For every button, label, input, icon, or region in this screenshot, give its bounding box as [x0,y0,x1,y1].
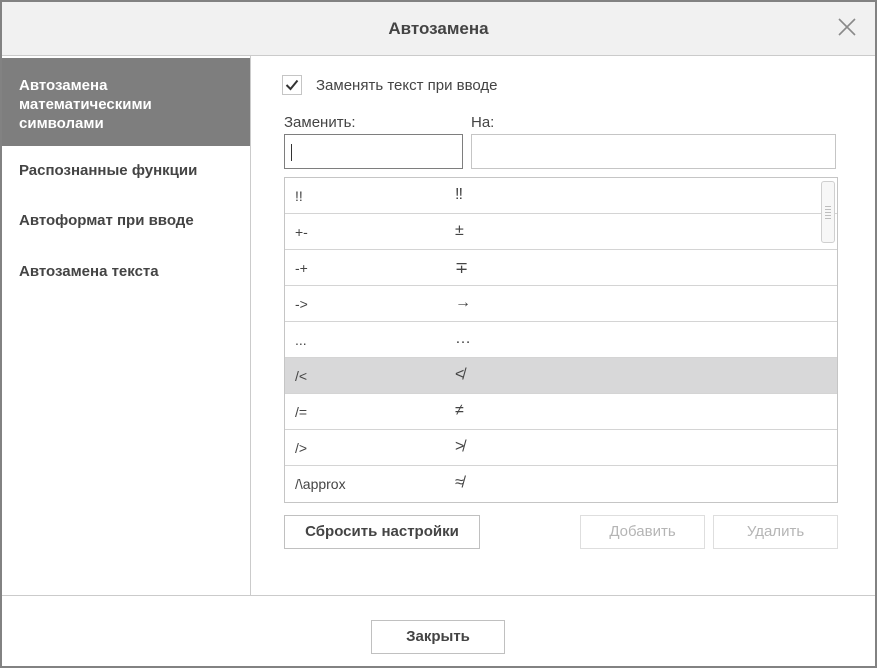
autocorrect-dialog: Автозамена Автозамена математическими си… [0,0,877,668]
list-item[interactable]: !! ‼ [285,178,837,214]
sidebar-item-label: Автозамена математическими символами [19,77,152,132]
grip-line [825,215,831,216]
replace-input[interactable] [284,134,463,169]
grip-line [825,212,831,213]
sidebar-item-label: Автоформат при вводе [19,212,194,229]
sidebar-item-label: Автозамена текста [19,263,159,280]
list-item[interactable]: +- ± [285,214,837,250]
dialog-footer: Закрыть [2,595,875,666]
main-panel: Заменять текст при вводе Заменить: На: !… [251,56,875,595]
reset-settings-button[interactable]: Сбросить настройки [284,515,480,549]
list-item[interactable]: ... … [285,322,837,358]
sidebar-item-text-autocorrect[interactable]: Автозамена текста [2,263,250,280]
list-item-selected[interactable]: /< ≮ [285,358,837,394]
list-item[interactable]: /\approx ≉ [285,466,837,502]
sidebar-item-math-autocorrect[interactable]: Автозамена математическими символами [2,58,250,146]
close-button[interactable]: Закрыть [371,620,505,654]
checkmark-icon [285,79,299,91]
grip-line [825,209,831,210]
list-item[interactable]: -> → [285,286,837,322]
grip-line [825,218,831,219]
delete-button[interactable]: Удалить [713,515,838,549]
with-label: На: [471,114,495,131]
dialog-titlebar: Автозамена [2,2,875,56]
dialog-title: Автозамена [388,19,489,38]
with-input[interactable] [471,134,836,169]
close-icon[interactable] [837,17,857,37]
sidebar-item-recognized-functions[interactable]: Распознанные функции [2,162,250,179]
grip-line [825,206,831,207]
text-caret [291,144,292,161]
replace-label: Заменить: [284,114,356,131]
scrollbar-thumb[interactable] [821,181,835,243]
list-item[interactable]: /= ≠ [285,394,837,430]
replace-while-typing-checkbox[interactable] [282,75,302,95]
add-button[interactable]: Добавить [580,515,705,549]
sidebar-item-autoformat[interactable]: Автоформат при вводе [2,212,250,229]
list-item[interactable]: -+ ∓ [285,250,837,286]
sidebar-item-label: Распознанные функции [19,162,198,179]
replacement-list[interactable]: !! ‼ +- ± -+ ∓ -> → ... … /< ≮ /= ≠ /> ≯… [284,177,838,503]
replace-while-typing-label: Заменять текст при вводе [316,77,498,94]
list-item[interactable]: /> ≯ [285,430,837,466]
sidebar: Автозамена математическими символами Рас… [2,56,251,595]
